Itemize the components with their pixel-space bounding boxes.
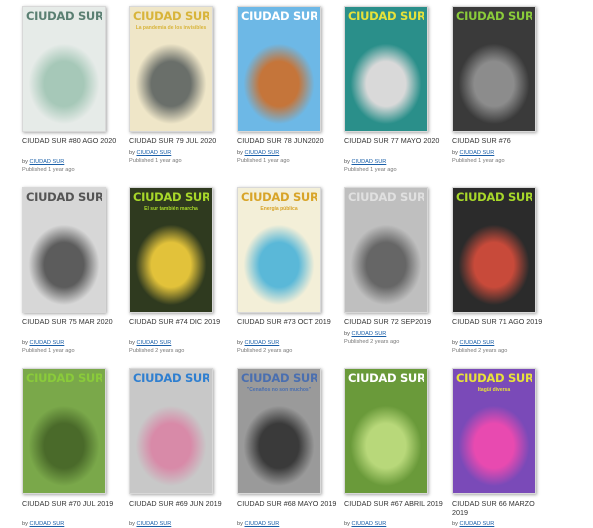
publication-title[interactable]: CIUDAD SUR 79 JUL 2020 <box>129 136 229 145</box>
cover-thumbnail[interactable]: CIUDAD SUR <box>344 368 428 494</box>
published-date: Published 2 years ago <box>344 339 400 345</box>
cover-thumbnail[interactable]: CIUDAD SUR <box>452 6 536 132</box>
author-link[interactable]: CIUDAD SUR <box>351 521 386 527</box>
publication-title[interactable]: CIUDAD SUR 77 MAYO 2020 <box>344 136 444 145</box>
cover-masthead: CIUDAD SUR <box>26 372 102 384</box>
cover-photo <box>453 7 535 131</box>
author-link[interactable]: CIUDAD SUR <box>136 150 171 156</box>
publication-grid: CIUDAD SUR CIUDAD SUR #80 AGO 2020 by CI… <box>0 0 593 527</box>
cover-photo <box>23 7 105 131</box>
byline: by CIUDAD SUR <box>22 159 65 165</box>
cover-masthead: CIUDAD SUR <box>133 10 209 22</box>
published-date: Published 1 year ago <box>22 348 75 354</box>
author-link[interactable]: CIUDAD SUR <box>29 340 64 346</box>
author-link[interactable]: CIUDAD SUR <box>244 521 279 527</box>
cover-thumbnail[interactable]: CIUDAD SUR <box>22 6 106 132</box>
byline: by CIUDAD SUR <box>129 150 172 156</box>
cover-masthead: CIUDAD SUR <box>456 10 532 22</box>
cover-photo <box>23 369 105 493</box>
publication-title[interactable]: CIUDAD SUR 71 AGO 2019 <box>452 317 552 326</box>
cover-masthead: CIUDAD SUR <box>456 372 532 384</box>
cover-masthead: CIUDAD SUR <box>133 372 209 384</box>
cover-photo <box>130 369 212 493</box>
byline: by CIUDAD SUR <box>344 331 387 337</box>
byline: by CIUDAD SUR <box>22 340 65 346</box>
publication-title[interactable]: CIUDAD SUR #70 JUL 2019 <box>22 499 122 508</box>
publication-title[interactable]: CIUDAD SUR #69 JUN 2019 <box>129 499 229 508</box>
cover-thumbnail[interactable]: CIUDAD SUR <box>452 187 536 313</box>
cover-thumbnail[interactable]: CIUDAD SUR <box>129 368 213 494</box>
cover-masthead: CIUDAD SUR <box>456 191 532 203</box>
publication-title[interactable]: CIUDAD SUR #80 AGO 2020 <box>22 136 122 145</box>
published-date: Published 1 year ago <box>344 167 397 173</box>
cover-masthead: CIUDAD SUR <box>26 10 102 22</box>
byline: by CIUDAD SUR <box>452 340 495 346</box>
cover-photo <box>238 7 320 131</box>
cover-photo <box>345 369 427 493</box>
cover-headline: "Cenaños no son muchos" <box>246 387 312 393</box>
cover-thumbnail[interactable]: CIUDAD SUR Itagüí diversa <box>452 368 536 494</box>
cover-thumbnail[interactable]: CIUDAD SUR <box>237 6 321 132</box>
cover-photo <box>345 7 427 131</box>
author-link[interactable]: CIUDAD SUR <box>351 159 386 165</box>
author-link[interactable]: CIUDAD SUR <box>29 521 64 527</box>
byline: by CIUDAD SUR <box>452 150 495 156</box>
cover-thumbnail[interactable]: CIUDAD SUR <box>344 6 428 132</box>
publication-title[interactable]: CIUDAD SUR 75 MAR 2020 <box>22 317 122 326</box>
author-link[interactable]: CIUDAD SUR <box>459 340 494 346</box>
cover-masthead: CIUDAD SUR <box>241 372 317 384</box>
cover-photo <box>23 188 105 312</box>
publication-title[interactable]: CIUDAD SUR #73 OCT 2019 <box>237 317 337 326</box>
cover-masthead: CIUDAD SUR <box>26 191 102 203</box>
published-date: Published 1 year ago <box>237 158 290 164</box>
cover-headline: Itagüí diversa <box>477 387 511 393</box>
cover-masthead: CIUDAD SUR <box>133 191 209 203</box>
cover-masthead: CIUDAD SUR <box>348 10 424 22</box>
cover-thumbnail[interactable]: CIUDAD SUR "Cenaños no son muchos" <box>237 368 321 494</box>
byline: by CIUDAD SUR <box>237 150 280 156</box>
author-link[interactable]: CIUDAD SUR <box>29 159 64 165</box>
publication-title[interactable]: CIUDAD SUR #68 MAYO 2019 <box>237 499 337 508</box>
publication-title[interactable]: CIUDAD SUR 66 MARZO 2019 <box>452 499 552 517</box>
author-link[interactable]: CIUDAD SUR <box>459 150 494 156</box>
cover-masthead: CIUDAD SUR <box>348 191 424 203</box>
published-date: Published 1 year ago <box>452 158 505 164</box>
cover-headline: Energía pública <box>260 206 298 212</box>
publication-title[interactable]: CIUDAD SUR #67 ABRIL 2019 <box>344 499 444 508</box>
published-date: Published 2 years ago <box>237 348 293 354</box>
byline: by CIUDAD SUR <box>129 340 172 346</box>
publication-title[interactable]: CIUDAD SUR #74 DIC 2019 <box>129 317 229 326</box>
author-link[interactable]: CIUDAD SUR <box>351 331 386 337</box>
cover-masthead: CIUDAD SUR <box>241 10 317 22</box>
publication-title[interactable]: CIUDAD SUR 72 SEP2019 <box>344 317 444 326</box>
published-date: Published 1 year ago <box>22 167 75 173</box>
cover-masthead: CIUDAD SUR <box>241 191 317 203</box>
cover-thumbnail[interactable]: CIUDAD SUR <box>22 187 106 313</box>
publication-title[interactable]: CIUDAD SUR #76 <box>452 136 552 145</box>
cover-thumbnail[interactable]: CIUDAD SUR Energía pública <box>237 187 321 313</box>
cover-thumbnail[interactable]: CIUDAD SUR El sur también marcha <box>129 187 213 313</box>
published-date: Published 2 years ago <box>129 348 185 354</box>
author-link[interactable]: CIUDAD SUR <box>244 340 279 346</box>
byline: by CIUDAD SUR <box>237 340 280 346</box>
byline: by CIUDAD SUR <box>344 159 387 165</box>
published-date: Published 1 year ago <box>129 158 182 164</box>
author-link[interactable]: CIUDAD SUR <box>136 521 171 527</box>
cover-photo <box>453 188 535 312</box>
publication-title[interactable]: CIUDAD SUR 78 JUN2020 <box>237 136 337 145</box>
published-date: Published 2 years ago <box>452 348 508 354</box>
cover-headline: La pandemia de los invisibles <box>135 25 207 31</box>
author-link[interactable]: CIUDAD SUR <box>244 150 279 156</box>
cover-thumbnail[interactable]: CIUDAD SUR <box>344 187 428 313</box>
cover-thumbnail[interactable]: CIUDAD SUR La pandemia de los invisibles <box>129 6 213 132</box>
cover-masthead: CIUDAD SUR <box>348 372 424 384</box>
author-link[interactable]: CIUDAD SUR <box>459 521 494 527</box>
cover-headline: El sur también marcha <box>144 206 198 212</box>
author-link[interactable]: CIUDAD SUR <box>136 340 171 346</box>
cover-photo <box>345 188 427 312</box>
cover-thumbnail[interactable]: CIUDAD SUR <box>22 368 106 494</box>
